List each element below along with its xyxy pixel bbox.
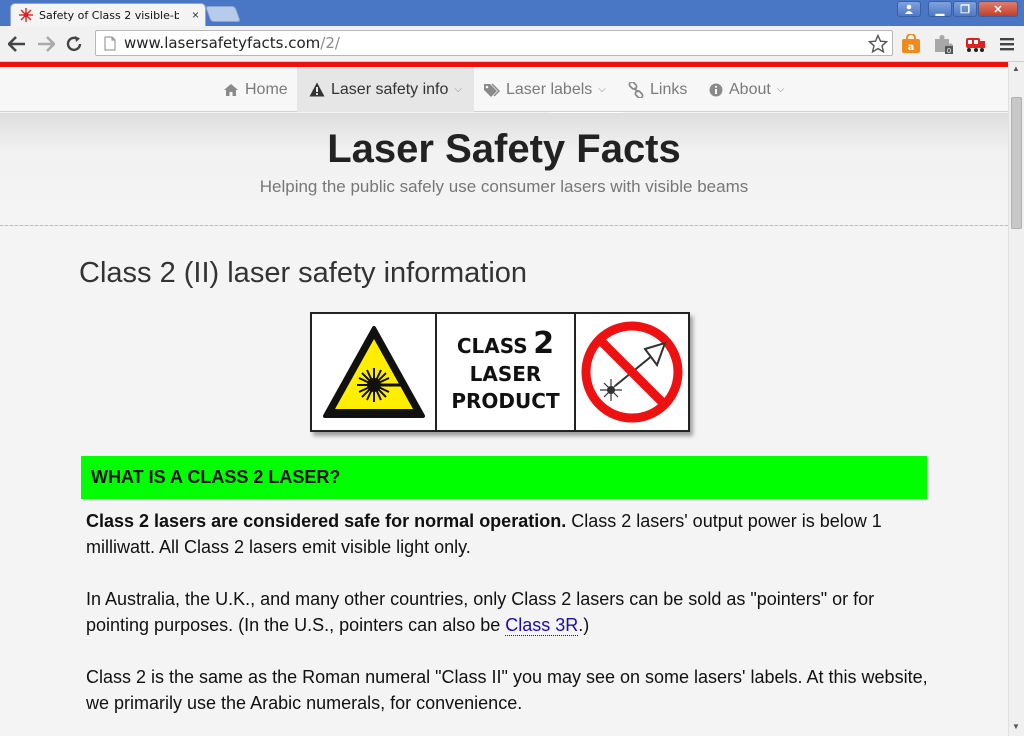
warning-icon	[309, 82, 325, 97]
chevron-down-icon: ⌵	[598, 84, 606, 95]
new-tab-button[interactable]	[205, 6, 241, 22]
chevron-down-icon: ⌵	[454, 84, 462, 95]
class-2-laser-label-image: CLASS 2 LASER PRODUCT	[310, 312, 690, 432]
profile-button[interactable]	[897, 1, 921, 17]
puzzle-extension-icon[interactable]: 0	[932, 33, 954, 55]
info-icon	[709, 83, 723, 96]
class-3r-link[interactable]: Class 3R	[505, 615, 579, 636]
home-icon	[224, 83, 238, 96]
back-button[interactable]	[7, 34, 27, 54]
back-arrow-icon	[8, 36, 25, 52]
shopping-extension-icon[interactable]: a	[900, 33, 922, 55]
maximize-button[interactable]: ❐	[953, 1, 977, 17]
address-bar[interactable]: www.lasersafetyfacts.com/2/	[95, 30, 893, 56]
reload-button[interactable]	[64, 34, 84, 54]
tab-title: Safety of Class 2 visible-bea	[39, 8, 179, 22]
link-icon	[628, 81, 644, 98]
section-heading-what-is-class-2: WHAT IS A CLASS 2 LASER?	[81, 456, 927, 499]
bookmark-star-icon[interactable]	[868, 34, 888, 54]
close-window-button[interactable]: ✕	[978, 1, 1018, 17]
paragraph-3: Class 2 is the same as the Roman numeral…	[86, 667, 928, 713]
label-class-number: 2	[533, 325, 555, 361]
scroll-down-arrow-icon[interactable]: ▼	[1012, 722, 1020, 731]
url-host: www.lasersafetyfacts.com	[124, 34, 321, 52]
page-scrollbar[interactable]: ▲ ▼	[1008, 62, 1024, 736]
forward-button[interactable]	[36, 34, 56, 54]
tags-icon	[484, 82, 500, 97]
laser-favicon-icon	[19, 8, 33, 22]
nav-item-about[interactable]: About ⌵	[697, 67, 796, 112]
laser-warning-triangle	[312, 314, 437, 430]
browser-tab-active[interactable]: Safety of Class 2 visible-bea ×	[10, 3, 206, 26]
paragraph-1: Class 2 lasers are considered safe for n…	[86, 508, 931, 560]
browser-titlebar: Safety of Class 2 visible-bea × ▁ ❐ ✕	[0, 0, 1024, 26]
label-laser-word: LASER	[469, 361, 542, 386]
person-icon	[905, 4, 913, 14]
nav-item-label: Links	[650, 80, 688, 98]
nav-item-laser-safety-info[interactable]: Laser safety info ⌵	[297, 67, 474, 112]
nav-item-label: Laser safety info	[331, 80, 449, 98]
page-title: Class 2 (II) laser safety information	[79, 257, 528, 289]
page-viewport[interactable]: Home Laser safety info ⌵ Laser labels ⌵ …	[0, 67, 1008, 736]
site-hero-header: Laser Safety Facts Helping the public sa…	[0, 113, 1008, 226]
label-class-word: CLASS	[456, 333, 528, 358]
site-subtitle: Helping the public safely use consumer l…	[259, 177, 749, 196]
nav-item-label: Laser labels	[506, 80, 593, 98]
page-icon	[104, 36, 116, 50]
scrollbar-thumb[interactable]	[1011, 97, 1022, 229]
paragraph-2-text: In Australia, the U.K., and many other c…	[86, 589, 875, 635]
browser-toolbar: www.lasersafetyfacts.com/2/ a 0	[0, 26, 1024, 62]
nav-item-label: About	[729, 80, 771, 98]
reload-icon	[66, 36, 82, 52]
no-stare-into-beam-icon	[581, 321, 683, 423]
paragraph-1-bold-lead: Class 2 lasers are considered safe for n…	[86, 511, 567, 531]
class-2-label-text-panel: CLASS 2 LASER PRODUCT	[437, 314, 576, 430]
svg-text:0: 0	[947, 47, 951, 55]
url-path: /2/	[320, 34, 340, 52]
do-not-stare-panel	[576, 314, 688, 430]
chevron-down-icon: ⌵	[776, 84, 785, 95]
nav-item-links[interactable]: Links	[616, 67, 699, 112]
nav-item-laser-labels[interactable]: Laser labels ⌵	[471, 67, 618, 112]
site-title: Laser Safety Facts	[327, 127, 681, 171]
paragraph-2: In Australia, the U.K., and many other c…	[86, 586, 931, 638]
menu-hamburger-icon[interactable]	[996, 33, 1018, 55]
laser-hazard-icon	[322, 326, 425, 418]
svg-text:a: a	[908, 42, 915, 53]
label-product-word: PRODUCT	[451, 388, 560, 413]
forward-arrow-icon	[38, 36, 55, 52]
scroll-up-arrow-icon[interactable]: ▲	[1012, 64, 1020, 73]
paragraph-2-end: .)	[578, 615, 590, 635]
train-extension-icon[interactable]	[964, 33, 986, 55]
site-navigation: Home Laser safety info ⌵ Laser labels ⌵ …	[0, 67, 1008, 112]
tab-close-icon[interactable]: ×	[192, 8, 199, 22]
minimize-button[interactable]: ▁	[928, 1, 952, 17]
nav-item-label: Home	[245, 80, 288, 98]
nav-item-home[interactable]: Home	[211, 67, 300, 112]
